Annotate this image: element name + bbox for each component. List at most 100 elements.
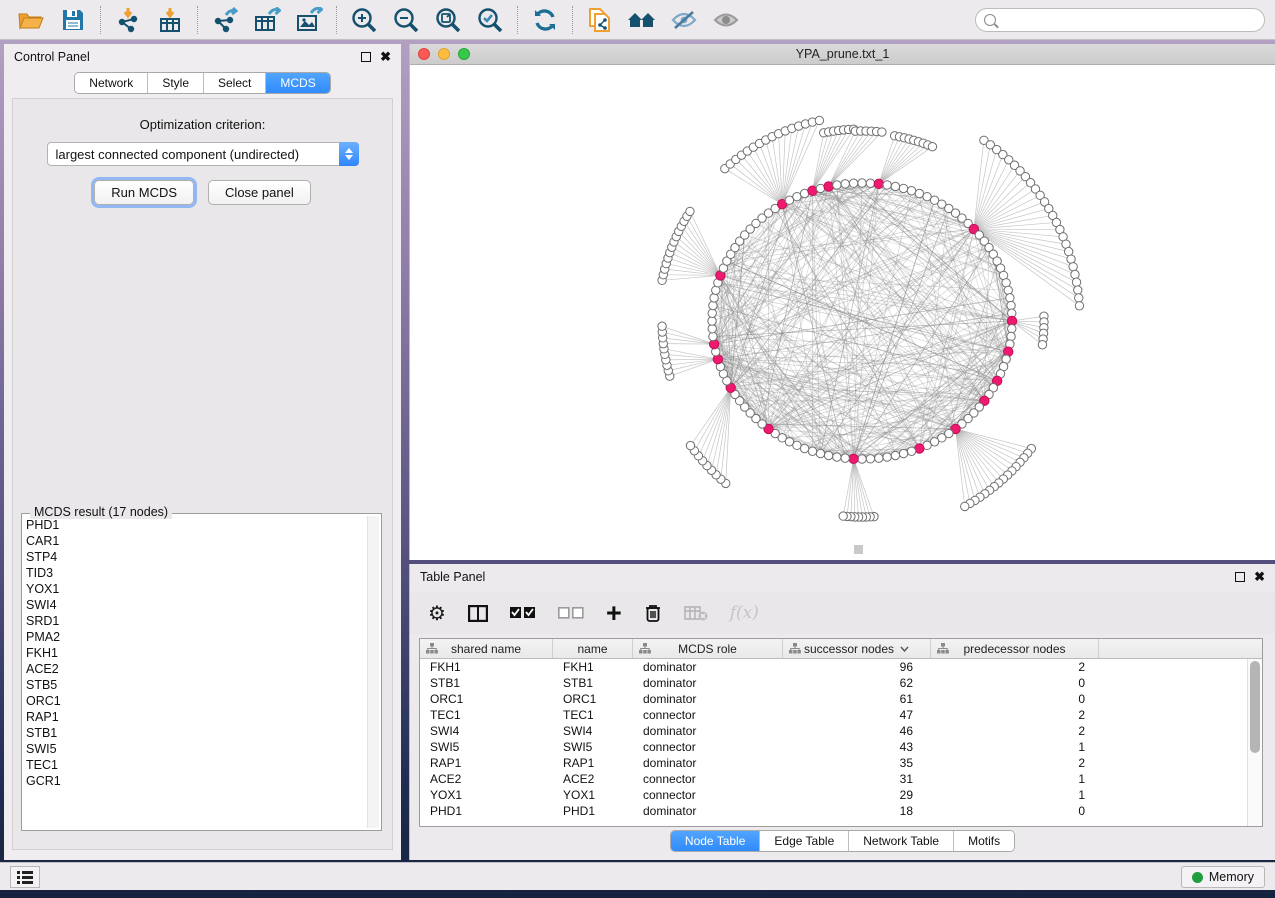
table-row[interactable]: STB1 STB1 dominator 62 0 — [420, 675, 1247, 691]
table-row[interactable]: ORC1 ORC1 dominator 61 0 — [420, 691, 1247, 707]
close-panel-icon[interactable]: ✖ — [380, 52, 391, 62]
mcds-result-item[interactable]: ORC1 — [26, 693, 365, 709]
mcds-result-item[interactable]: STB5 — [26, 677, 365, 693]
open-folder-icon[interactable] — [10, 3, 52, 37]
copy-style-icon[interactable] — [579, 3, 621, 37]
export-network-icon[interactable] — [204, 3, 246, 37]
toolbar-separator — [197, 6, 198, 34]
tab-network[interactable]: Network — [75, 73, 148, 93]
first-neighbors-icon[interactable] — [621, 3, 663, 37]
table-scrollbar-thumb[interactable] — [1250, 661, 1260, 753]
tab-style[interactable]: Style — [148, 73, 204, 93]
table-panel-title: Table Panel — [420, 570, 485, 584]
mcds-result-item[interactable]: SWI5 — [26, 741, 365, 757]
tab-node-table[interactable]: Node Table — [671, 831, 761, 851]
mcds-result-item[interactable]: SRD1 — [26, 613, 365, 629]
zoom-selected-icon[interactable] — [469, 3, 511, 37]
close-table-panel-icon[interactable]: ✖ — [1254, 572, 1265, 582]
mcds-result-item[interactable]: GCR1 — [26, 773, 365, 789]
mcds-result-list[interactable]: PHD1CAR1STP4TID3YOX1SWI4SRD1PMA2FKH1ACE2… — [26, 517, 365, 827]
mcds-result-item[interactable]: STP4 — [26, 549, 365, 565]
tab-motifs[interactable]: Motifs — [954, 831, 1014, 851]
mcds-result-item[interactable]: TID3 — [26, 565, 365, 581]
close-panel-button[interactable]: Close panel — [208, 180, 311, 205]
column-header-filler — [1099, 639, 1262, 658]
table-row[interactable]: PHD1 PHD1 dominator 18 0 — [420, 803, 1247, 819]
table-row[interactable]: SWI4 SWI4 dominator 46 2 — [420, 723, 1247, 739]
mcds-result-item[interactable]: YOX1 — [26, 581, 365, 597]
import-network-icon[interactable] — [107, 3, 149, 37]
float-panel-icon[interactable] — [361, 52, 371, 62]
mcds-result-item[interactable]: SWI4 — [26, 597, 365, 613]
table-row[interactable]: FKH1 FKH1 dominator 96 2 — [420, 659, 1247, 675]
deselect-all-icon[interactable] — [558, 607, 584, 619]
add-column-icon[interactable]: + — [606, 603, 622, 623]
columns-icon[interactable] — [468, 605, 488, 622]
table-row[interactable]: RAP1 RAP1 dominator 35 2 — [420, 755, 1247, 771]
task-history-button[interactable] — [10, 866, 40, 888]
save-icon[interactable] — [52, 3, 94, 37]
delete-icon[interactable] — [644, 603, 662, 623]
column-header-mcds-role[interactable]: MCDS role — [633, 639, 783, 658]
mcds-result-item[interactable]: FKH1 — [26, 645, 365, 661]
mcds-result-item[interactable]: STB1 — [26, 725, 365, 741]
show-all-icon[interactable] — [705, 3, 747, 37]
mcds-result-item[interactable]: CAR1 — [26, 533, 365, 549]
tab-edge-table[interactable]: Edge Table — [760, 831, 849, 851]
tree-icon — [639, 643, 651, 654]
mcds-result-item[interactable]: PHD1 — [26, 517, 365, 533]
column-header-shared-name[interactable]: shared name — [420, 639, 553, 658]
node-table: shared name name MCDS role successor nod… — [419, 638, 1263, 827]
mcds-result-item[interactable]: ACE2 — [26, 661, 365, 677]
mcds-result-box: MCDS result (17 nodes) PHD1CAR1STP4TID3Y… — [21, 513, 382, 831]
table-row[interactable]: SWI5 SWI5 connector 43 1 — [420, 739, 1247, 755]
mcds-result-item[interactable]: RAP1 — [26, 709, 365, 725]
network-canvas[interactable] — [410, 65, 1275, 560]
toolbar-separator — [336, 6, 337, 34]
search-icon — [984, 14, 996, 26]
table-row[interactable]: TEC1 TEC1 connector 47 2 — [420, 707, 1247, 723]
tab-mcds[interactable]: MCDS — [266, 73, 329, 93]
export-image-icon[interactable] — [288, 3, 330, 37]
memory-button[interactable]: Memory — [1181, 866, 1265, 888]
gear-icon[interactable]: ⚙ — [428, 601, 446, 626]
mcds-result-item[interactable]: PMA2 — [26, 629, 365, 645]
network-window-title: YPA_prune.txt_1 — [410, 47, 1275, 61]
zoom-fit-icon[interactable] — [427, 3, 469, 37]
select-stepper-icon — [339, 142, 359, 166]
list-icon — [17, 871, 33, 884]
search-field[interactable] — [1002, 13, 1256, 27]
optimization-criterion-select[interactable]: largest connected component (undirected) — [47, 142, 359, 166]
status-bar: Memory — [0, 862, 1275, 890]
export-table-icon[interactable] — [246, 3, 288, 37]
function-builder-icon: f(x) — [730, 603, 759, 623]
memory-label: Memory — [1209, 870, 1254, 884]
refresh-icon[interactable] — [524, 3, 566, 37]
zoom-in-icon[interactable] — [343, 3, 385, 37]
optimization-criterion-value: largest connected component (undirected) — [48, 147, 339, 162]
tab-select[interactable]: Select — [204, 73, 266, 93]
toolbar-separator — [100, 6, 101, 34]
mcds-list-scrollbar[interactable] — [367, 516, 379, 828]
network-window-titlebar[interactable]: YPA_prune.txt_1 — [410, 44, 1275, 65]
main-toolbar — [0, 0, 1275, 40]
import-table-icon[interactable] — [149, 3, 191, 37]
run-mcds-button[interactable]: Run MCDS — [94, 180, 194, 205]
select-all-icon[interactable] — [510, 607, 536, 619]
canvas-scroll-nub[interactable] — [854, 545, 863, 554]
hide-selected-icon[interactable] — [663, 3, 705, 37]
column-header-predecessor-nodes[interactable]: predecessor nodes — [931, 639, 1099, 658]
table-row[interactable]: YOX1 YOX1 connector 29 1 — [420, 787, 1247, 803]
mcds-tab-content: Optimization criterion: largest connecte… — [12, 98, 393, 850]
table-row[interactable]: ACE2 ACE2 connector 31 1 — [420, 771, 1247, 787]
zoom-out-icon[interactable] — [385, 3, 427, 37]
control-panel-title: Control Panel — [14, 50, 90, 64]
table-scrollbar[interactable] — [1247, 659, 1262, 826]
float-table-panel-icon[interactable] — [1235, 572, 1245, 582]
tree-icon — [789, 643, 801, 654]
search-input[interactable] — [975, 8, 1265, 32]
column-header-name[interactable]: name — [553, 639, 633, 658]
mcds-result-item[interactable]: TEC1 — [26, 757, 365, 773]
column-header-successor-nodes[interactable]: successor nodes — [783, 639, 931, 658]
tab-network-table[interactable]: Network Table — [849, 831, 954, 851]
